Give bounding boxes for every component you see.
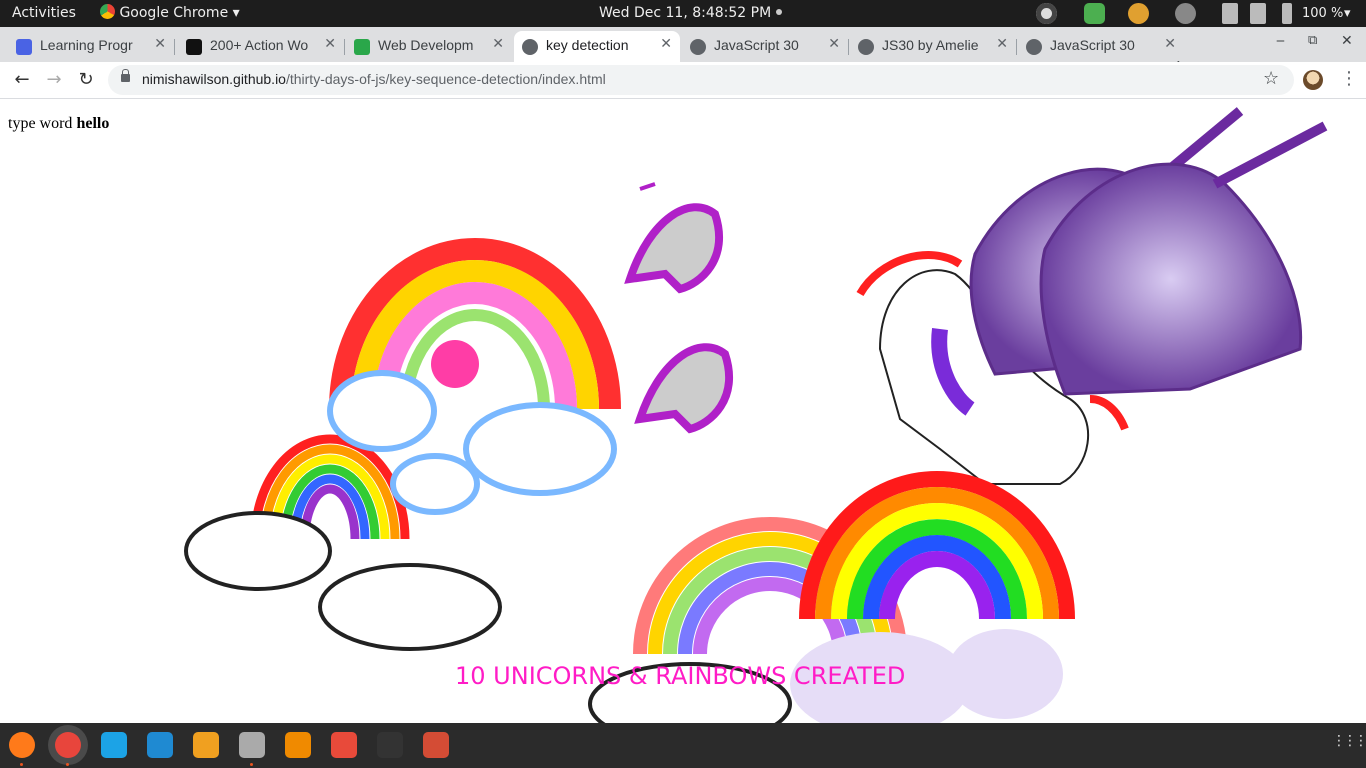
show-applications-button[interactable]: ⋮⋮⋮ [1332, 733, 1366, 749]
url-host: nimishawilson.github.io [142, 71, 286, 87]
volume-icon[interactable] [1250, 3, 1266, 24]
clock[interactable]: Wed Dec 11, 8:48:52 PM [599, 0, 782, 27]
web-page: type word hello 10 UNICORNS & RAINBOWS C… [0, 99, 1366, 723]
tab-5[interactable]: JavaScript 30 ✕ [682, 31, 849, 62]
check-tray-icon[interactable] [1084, 3, 1105, 24]
purple-unicorn-head-image-2 [1039, 121, 1328, 396]
minimize-button[interactable]: ‒ [1276, 33, 1285, 49]
tab-close-icon[interactable]: ✕ [996, 36, 1008, 52]
tab-label: JavaScript 30 [714, 37, 799, 53]
tab-1[interactable]: Learning Progr ✕ [8, 31, 175, 62]
tab-label: key detection [546, 37, 629, 53]
close-window-button[interactable]: ✕ [1341, 33, 1353, 49]
avatar[interactable] [1303, 70, 1323, 90]
globe-icon [1026, 39, 1042, 55]
unicorn-counter: 10 UNICORNS & RAINBOWS CREATED [455, 662, 906, 690]
gnome-top-bar: Activities Google Chrome ▾ Wed Dec 11, 8… [0, 0, 1366, 27]
tab-6[interactable]: JS30 by Amelie ✕ [850, 31, 1017, 62]
unicorn-rainbow-artwork [184, 107, 1328, 723]
back-button[interactable]: ← [10, 68, 34, 92]
url-path: /thirty-days-of-js/key-sequence-detectio… [285, 71, 606, 87]
tab-close-icon[interactable]: ✕ [154, 36, 166, 52]
tab-2[interactable]: 200+ Action Wo ✕ [178, 31, 345, 62]
tab-label: Web Developm [378, 37, 474, 53]
v-logo-icon [186, 39, 202, 55]
tab-close-icon[interactable]: ✕ [324, 36, 336, 52]
settings-tool-icon[interactable] [423, 732, 449, 758]
tab-separator [344, 39, 345, 55]
globe-icon [690, 39, 706, 55]
tab-close-icon[interactable]: ✕ [492, 36, 504, 52]
blender-icon[interactable] [193, 732, 219, 758]
chrome-icon[interactable] [55, 732, 81, 758]
tab-label: Learning Progr [40, 37, 133, 53]
chevron-down-icon: ▾ [232, 5, 240, 21]
tab-close-icon[interactable]: ✕ [660, 36, 672, 52]
clock-label: Wed Dec 11, 8:48:52 PM [599, 5, 772, 21]
globe-icon [858, 39, 874, 55]
tab-3[interactable]: Web Developm ✕ [346, 31, 512, 62]
terminal-icon[interactable] [377, 732, 403, 758]
tab-close-icon[interactable]: ✕ [1164, 36, 1176, 52]
camera-tray-icon[interactable] [1036, 3, 1057, 24]
tab-separator [174, 39, 175, 55]
address-bar[interactable]: nimishawilson.github.io/thirty-days-of-j… [108, 65, 1294, 95]
ubuntu-dock: ⋮⋮⋮ [0, 723, 1366, 768]
app-menu[interactable]: Google Chrome ▾ [100, 0, 240, 27]
forward-button[interactable]: → [42, 68, 66, 92]
trello-icon [354, 39, 370, 55]
firefox-icon[interactable] [9, 732, 35, 758]
battery-percent: 100 % [1302, 6, 1344, 21]
tab-label: JS30 by Amelie [882, 37, 979, 53]
running-indicator [250, 763, 253, 766]
restore-button[interactable]: ⧉ [1308, 33, 1317, 48]
git-icon[interactable] [331, 732, 357, 758]
running-indicator [66, 763, 69, 766]
system-menu-chevron-icon[interactable]: ▾ [1344, 0, 1351, 27]
glitter-unicorn-image-2 [634, 343, 734, 434]
reload-button[interactable]: ↻ [74, 68, 98, 92]
app-menu-label: Google Chrome [119, 5, 229, 21]
star-icon[interactable]: ☆ [1263, 68, 1279, 89]
sync-tray-icon[interactable] [1175, 3, 1196, 24]
tab-close-icon[interactable]: ✕ [828, 36, 840, 52]
globe-icon [522, 39, 538, 55]
tab-label: 200+ Action Wo [210, 37, 309, 53]
browser-toolbar: ← → ↻ nimishawilson.github.io/thirty-day… [0, 62, 1366, 99]
lock-icon[interactable] [121, 69, 130, 82]
tab-separator [848, 39, 849, 55]
docs-icon [16, 39, 32, 55]
tab-strip: Learning Progr ✕ 200+ Action Wo ✕ Web Develo… [0, 27, 1366, 79]
notification-dot-icon [775, 9, 782, 15]
vlc-icon[interactable] [285, 732, 311, 758]
tab-4[interactable]: key detection ✕ [514, 31, 680, 62]
files-icon[interactable] [239, 732, 265, 758]
chrome-app-icon [100, 4, 115, 19]
vscode-icon[interactable] [147, 732, 173, 758]
network-icon[interactable] [1222, 3, 1238, 24]
battery-icon[interactable] [1282, 3, 1292, 24]
activities-button[interactable]: Activities [12, 0, 76, 27]
glitter-unicorn-image-1 [624, 182, 724, 294]
tab-7[interactable]: JavaScript 30 ✕ [1018, 31, 1184, 62]
menu-icon[interactable]: ⋮ [1340, 68, 1358, 89]
fox-tray-icon[interactable] [1128, 3, 1149, 24]
url-text: nimishawilson.github.io/thirty-days-of-j… [142, 71, 606, 87]
tab-label: JavaScript 30 [1050, 37, 1135, 53]
skype-icon[interactable] [101, 732, 127, 758]
running-indicator [20, 763, 23, 766]
tab-separator [1016, 39, 1017, 55]
